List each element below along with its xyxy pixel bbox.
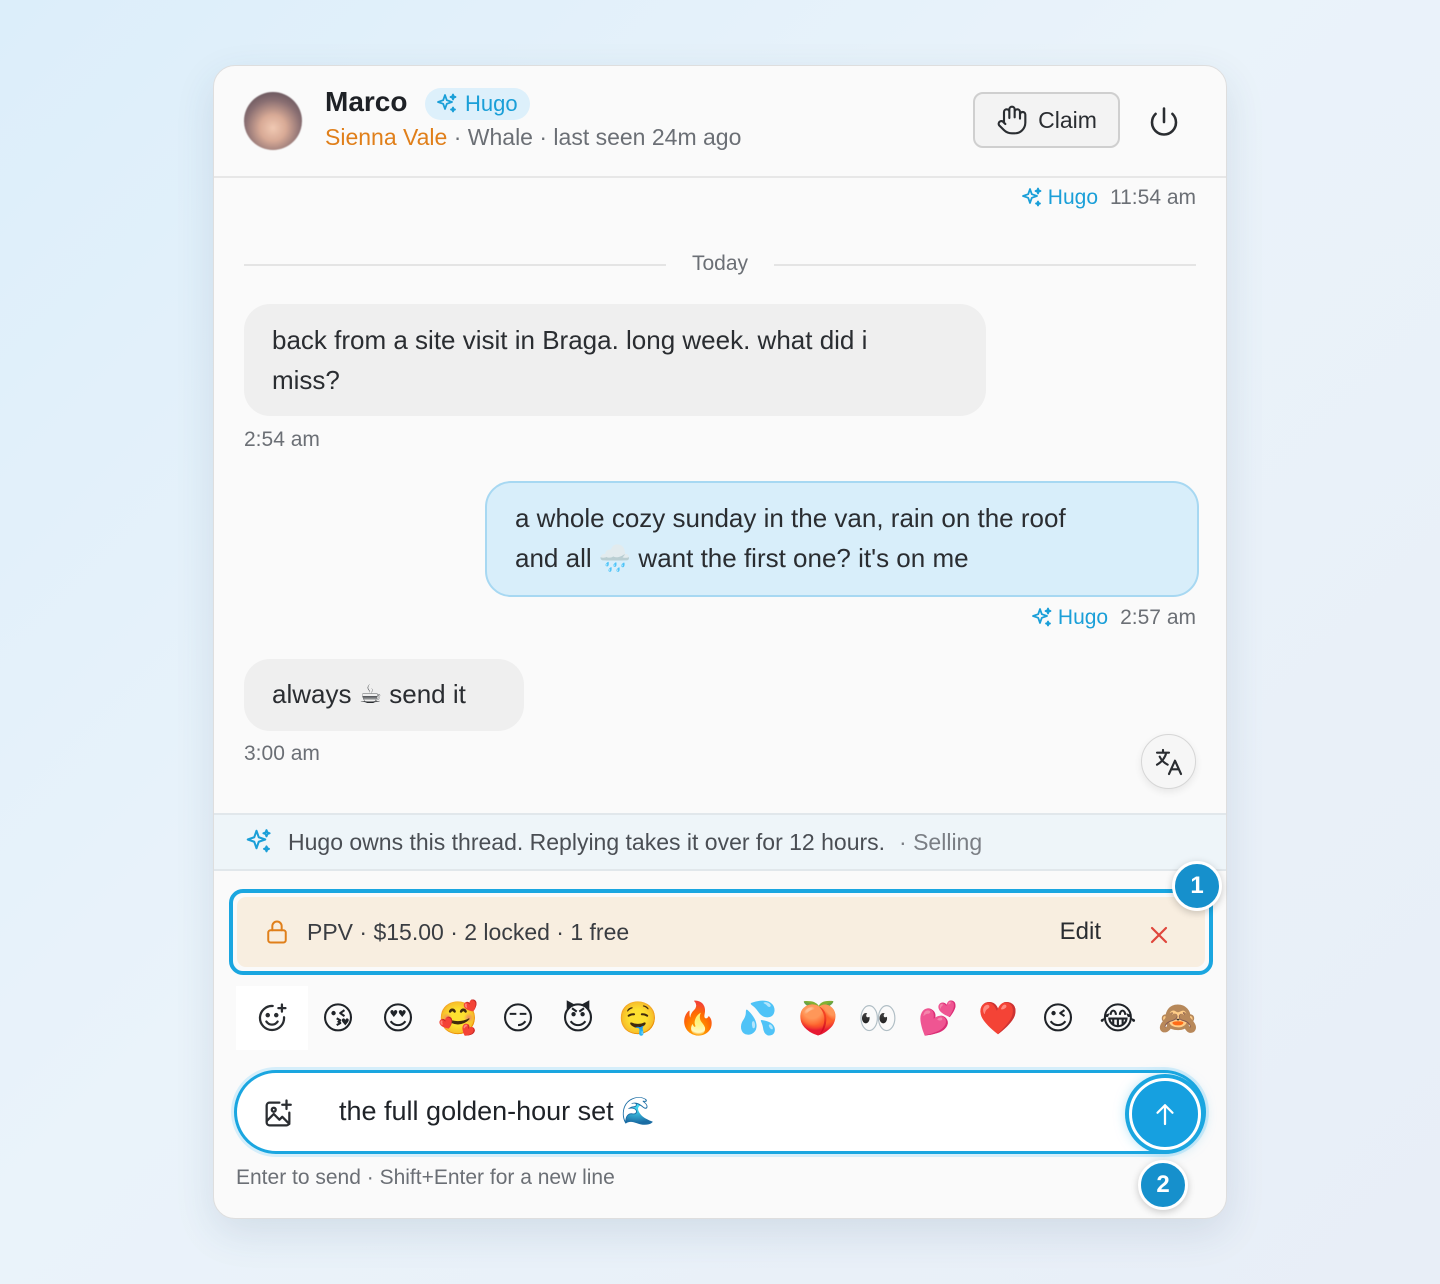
chat-panel: Marco Hugo Sienna Vale · Whale · last se… xyxy=(213,65,1227,1219)
message-meta: Hugo 2:57 am xyxy=(1030,606,1196,630)
emoji-option[interactable]: 🔥 xyxy=(668,999,728,1037)
claim-button[interactable]: Claim xyxy=(973,92,1120,148)
power-button[interactable] xyxy=(1146,104,1182,140)
message-meta: Hugo 11:54 am xyxy=(1020,186,1196,210)
composer-input[interactable]: the full golden-hour set 🌊 xyxy=(339,1095,655,1127)
composer-hint: Enter to send · Shift+Enter for a new li… xyxy=(236,1166,615,1189)
message-text-line: miss? xyxy=(272,365,340,395)
message-composer[interactable]: the full golden-hour set 🌊 xyxy=(234,1070,1206,1154)
emoji-option[interactable]: 😉 xyxy=(1028,999,1088,1037)
callout-marker: 1 xyxy=(1172,861,1222,911)
ppv-attachment-body: PPV · $15.00 · 2 locked · 1 free Edit xyxy=(237,897,1205,967)
callout-marker: 2 xyxy=(1138,1160,1188,1210)
emoji-option[interactable]: 🙈 xyxy=(1148,999,1208,1037)
ownership-text: Hugo owns this thread. Replying takes it… xyxy=(288,828,886,855)
ai-author-tag: Hugo xyxy=(1020,186,1098,210)
emoji-option[interactable]: 💦 xyxy=(728,999,788,1037)
emoji-add-icon xyxy=(258,1003,287,1032)
arrow-up-icon xyxy=(1156,1104,1174,1126)
incoming-message[interactable]: back from a site visit in Braga. long we… xyxy=(244,304,986,416)
chat-header: Marco Hugo Sienna Vale · Whale · last se… xyxy=(214,66,1226,178)
avatar[interactable] xyxy=(244,92,302,150)
message-time: 2:57 am xyxy=(1120,606,1196,629)
emoji-option[interactable]: 😘 xyxy=(308,999,368,1037)
ownership-mode: · Selling xyxy=(899,828,983,855)
emoji-option[interactable]: 😂 xyxy=(1088,999,1148,1037)
emoji-option[interactable]: 😈 xyxy=(548,999,608,1037)
emoji-option[interactable]: 😏 xyxy=(488,999,548,1037)
badge-label: Hugo xyxy=(465,91,518,116)
close-icon[interactable] xyxy=(1147,923,1171,947)
ppv-summary: PPV · $15.00 · 2 locked · 1 free xyxy=(307,918,630,945)
outgoing-message[interactable]: a whole cozy sunday in the van, rain on … xyxy=(485,481,1199,597)
sparkle-icon xyxy=(246,829,271,853)
message-text-line: always ☕ send it xyxy=(272,679,466,709)
ppv-edit-button[interactable]: Edit xyxy=(1060,918,1101,946)
fan-meta: · Whale · last seen 24m ago xyxy=(447,124,742,150)
power-icon xyxy=(1150,107,1178,136)
emoji-option[interactable]: 🥰 xyxy=(428,999,488,1037)
translate-button[interactable] xyxy=(1141,734,1196,789)
persona-name[interactable]: Sienna Vale xyxy=(325,124,447,150)
message-time: 3:00 am xyxy=(244,742,320,765)
fan-subtitle: Sienna Vale · Whale · last seen 24m ago xyxy=(325,124,741,151)
ownership-banner: Hugo owns this thread. Replying takes it… xyxy=(214,813,1226,871)
incoming-message[interactable]: always ☕ send it xyxy=(244,659,524,731)
sparkle-icon xyxy=(437,93,457,113)
emoji-option[interactable]: 👀 xyxy=(848,999,908,1037)
lock-icon xyxy=(267,920,287,944)
ai-author-label: Hugo xyxy=(1047,186,1098,209)
send-button[interactable] xyxy=(1129,1078,1201,1150)
emoji-option[interactable]: 🍑 xyxy=(788,999,848,1037)
emoji-option[interactable]: 💕 xyxy=(908,999,968,1037)
emoji-bar: 😘 😍 🥰 😏 😈 🤤 🔥 💦 🍑 👀 💕 ❤️ 😉 😂 🙈 xyxy=(236,986,1208,1050)
translate-icon xyxy=(1155,748,1182,775)
ai-author-tag: Hugo xyxy=(1030,606,1108,630)
message-text-line: back from a site visit in Braga. long we… xyxy=(272,325,868,355)
message-text-line: a whole cozy sunday in the van, rain on … xyxy=(515,503,1066,533)
emoji-option[interactable]: 😍 xyxy=(368,999,428,1037)
ai-author-label: Hugo xyxy=(1057,606,1109,629)
message-text-line: and all 🌧️ want the first one? it's on m… xyxy=(515,543,969,573)
ai-owner-badge: Hugo xyxy=(425,88,530,120)
image-add-icon[interactable] xyxy=(261,1097,295,1131)
sparkle-icon xyxy=(1032,607,1052,627)
ppv-attachment[interactable]: PPV · $15.00 · 2 locked · 1 free Edit xyxy=(229,889,1213,975)
emoji-option[interactable]: ❤️ xyxy=(968,999,1028,1037)
emoji-option[interactable]: 🤤 xyxy=(608,999,668,1037)
sparkle-icon xyxy=(1021,187,1042,207)
message-time: 2:54 am xyxy=(244,428,320,451)
day-divider-label: Today xyxy=(666,252,774,276)
hand-icon xyxy=(997,105,1027,135)
message-time: 11:54 am xyxy=(1110,186,1196,209)
emoji-picker-button[interactable] xyxy=(236,986,308,1050)
fan-name: Marco xyxy=(325,86,408,117)
claim-label: Claim xyxy=(1038,106,1097,133)
